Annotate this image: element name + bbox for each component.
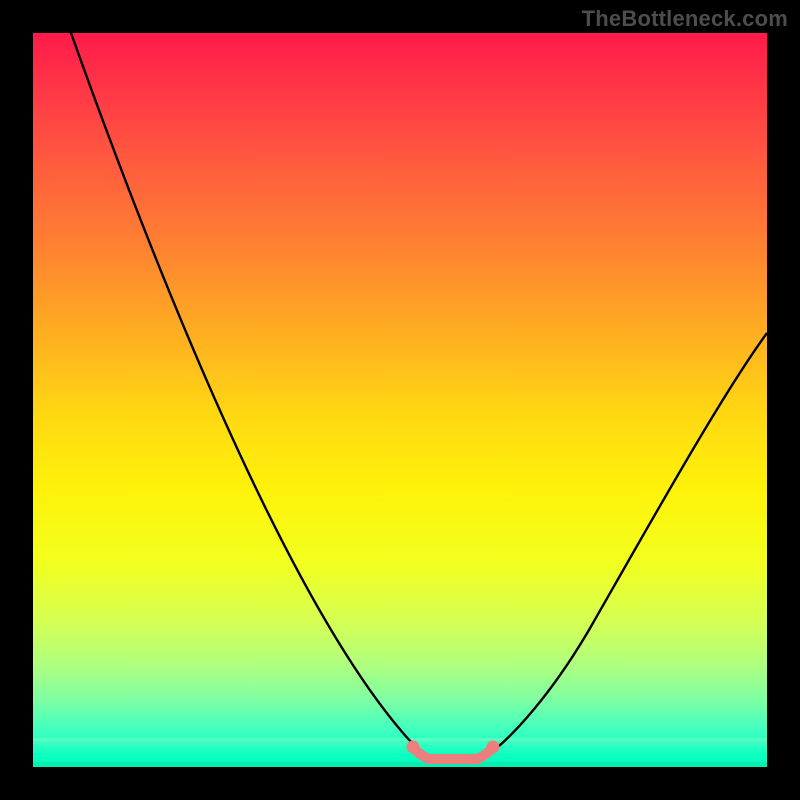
optimal-range-marker bbox=[413, 747, 493, 759]
curve-left bbox=[71, 33, 433, 757]
watermark-text: TheBottleneck.com bbox=[582, 6, 788, 32]
marker-endpoint-right bbox=[487, 741, 500, 754]
curve-right bbox=[485, 333, 767, 757]
bottleneck-curve-svg bbox=[33, 33, 767, 767]
chart-frame: TheBottleneck.com bbox=[0, 0, 800, 800]
marker-endpoint-left bbox=[407, 741, 420, 754]
plot-area bbox=[33, 33, 767, 767]
